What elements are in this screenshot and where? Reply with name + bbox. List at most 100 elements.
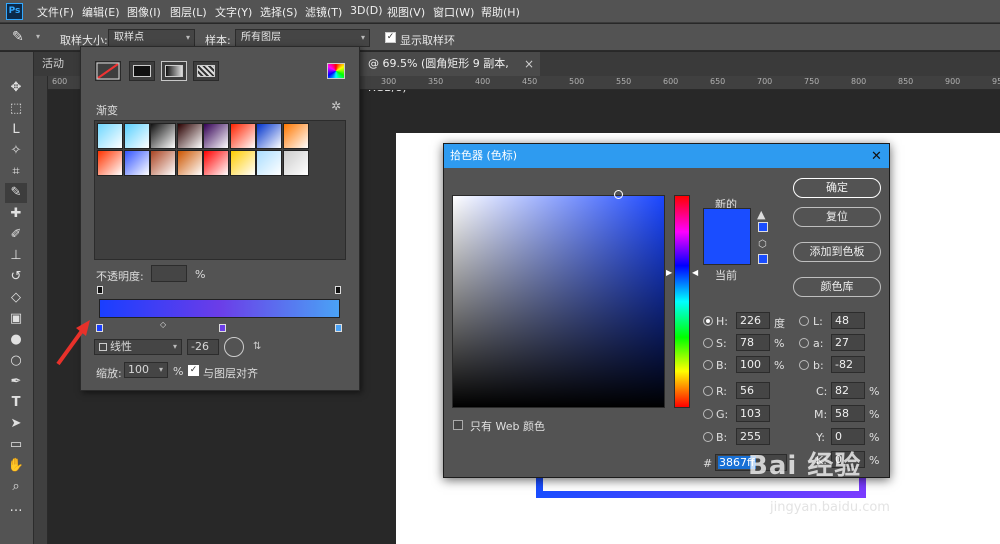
gradient-preset-swatch[interactable] <box>229 123 256 149</box>
close-icon[interactable]: ✕ <box>871 149 882 164</box>
menu-edit[interactable]: 编辑(E) <box>82 4 120 20</box>
shape-tool-icon[interactable]: ▭ <box>5 435 27 455</box>
r-radio[interactable] <box>703 386 713 396</box>
gradient-preset-swatch[interactable] <box>203 123 229 149</box>
gradient-preset-swatch[interactable] <box>256 150 282 176</box>
l-field[interactable]: 48 <box>831 312 865 329</box>
s-radio[interactable] <box>703 338 713 348</box>
align-layer-checkbox[interactable]: ✓ <box>188 365 199 376</box>
blue-radio[interactable] <box>703 432 713 442</box>
pattern-fill-icon[interactable] <box>193 61 219 81</box>
sample-size-select[interactable]: 取样点 ▾ <box>108 29 195 47</box>
color-libraries-button[interactable]: 颜色库 <box>793 277 881 297</box>
brush-tool-icon[interactable]: ✐ <box>5 225 27 245</box>
current-color-swatch[interactable] <box>703 237 751 265</box>
zoom-tool-icon[interactable]: ⌕ <box>5 477 27 497</box>
cube-icon[interactable]: ⬡ <box>758 239 767 250</box>
hand-tool-icon[interactable]: ✋ <box>5 456 27 476</box>
opacity-stop-right[interactable] <box>335 286 341 294</box>
lab-b-radio[interactable] <box>799 360 809 370</box>
r-field[interactable]: 56 <box>736 382 770 399</box>
a-field[interactable]: 27 <box>831 334 865 351</box>
gradient-preset-swatch[interactable] <box>150 150 176 176</box>
show-ring-checkbox[interactable]: ✓ <box>385 32 396 43</box>
color-cursor[interactable] <box>614 190 623 199</box>
blue-field[interactable]: 255 <box>736 428 770 445</box>
menu-image[interactable]: 图像(I) <box>127 4 161 20</box>
midpoint-marker[interactable]: ◇ <box>160 320 166 329</box>
dodge-tool-icon[interactable]: ○ <box>5 351 27 371</box>
menu-view[interactable]: 视图(V) <box>387 4 425 20</box>
hue-slider-right-arrow-icon[interactable]: ◀ <box>692 268 698 277</box>
h-radio[interactable] <box>703 316 713 326</box>
stamp-tool-icon[interactable]: ⊥ <box>5 246 27 266</box>
b-radio[interactable] <box>703 360 713 370</box>
gear-icon[interactable]: ✲ <box>331 99 341 113</box>
reset-button[interactable]: 复位 <box>793 207 881 227</box>
menu-help[interactable]: 帮助(H) <box>481 4 520 20</box>
gradient-preset-swatch[interactable] <box>97 123 123 149</box>
menu-window[interactable]: 窗口(W) <box>433 4 474 20</box>
gradient-tool-icon[interactable]: ▣ <box>5 309 27 329</box>
color-stop-1[interactable] <box>96 324 103 332</box>
tab-document-2[interactable]: @ 69.5% (圆角矩形 9 副本, RGB/8) * <box>360 52 540 94</box>
gradient-preset-swatch[interactable] <box>256 123 282 149</box>
menu-file[interactable]: 文件(F) <box>37 4 74 20</box>
angle-field[interactable]: -26 <box>187 339 219 355</box>
angle-dial-icon[interactable] <box>224 337 244 357</box>
gradient-preview-bar[interactable] <box>99 299 340 318</box>
y-field[interactable]: 0 <box>831 428 865 445</box>
blur-tool-icon[interactable]: ● <box>5 330 27 350</box>
reverse-icon[interactable]: ⇅ <box>253 341 261 352</box>
gradient-preset-swatch[interactable] <box>123 150 150 176</box>
g-radio[interactable] <box>703 409 713 419</box>
history-brush-icon[interactable]: ↺ <box>5 267 27 287</box>
type-tool-icon[interactable]: T <box>5 393 27 413</box>
no-fill-icon[interactable] <box>95 61 121 81</box>
hue-slider-left-arrow-icon[interactable]: ▶ <box>666 268 672 277</box>
menu-type[interactable]: 文字(Y) <box>215 4 252 20</box>
more-tools-icon[interactable]: … <box>5 498 27 518</box>
gradient-preset-swatch[interactable] <box>229 150 256 176</box>
gamut-swatch[interactable] <box>758 222 768 232</box>
b-field[interactable]: 100 <box>736 356 770 373</box>
lab-b-field[interactable]: -82 <box>831 356 865 373</box>
color-stop-3[interactable] <box>335 324 342 332</box>
add-to-swatches-button[interactable]: 添加到色板 <box>793 242 881 262</box>
ok-button[interactable]: 确定 <box>793 178 881 198</box>
sample-select[interactable]: 所有图层 ▾ <box>235 29 370 47</box>
hue-slider[interactable] <box>674 195 690 408</box>
gradient-preset-swatch[interactable] <box>282 123 309 149</box>
c-field[interactable]: 82 <box>831 382 865 399</box>
menu-layer[interactable]: 图层(L) <box>170 4 207 20</box>
crop-tool-icon[interactable]: ⌗ <box>5 162 27 182</box>
gradient-preset-swatch[interactable] <box>203 150 229 176</box>
opacity-field[interactable] <box>151 265 187 282</box>
g-field[interactable]: 103 <box>736 405 770 422</box>
chevron-down-icon[interactable]: ▾ <box>36 32 40 41</box>
pen-tool-icon[interactable]: ✒ <box>5 372 27 392</box>
marquee-tool-icon[interactable]: ⬚ <box>5 99 27 119</box>
eyedropper-icon[interactable]: ✎ <box>12 29 24 45</box>
a-radio[interactable] <box>799 338 809 348</box>
lasso-tool-icon[interactable]: ᒪ <box>5 120 27 140</box>
color-picker-icon[interactable] <box>327 63 345 79</box>
saturation-brightness-field[interactable] <box>452 195 665 408</box>
magic-wand-icon[interactable]: ✧ <box>5 141 27 161</box>
gradient-preset-swatch[interactable] <box>176 150 203 176</box>
gradient-preset-swatch[interactable] <box>150 123 176 149</box>
scale-field[interactable]: 100 ▾ <box>124 362 168 378</box>
menu-filter[interactable]: 滤镜(T) <box>305 4 342 20</box>
menu-select[interactable]: 选择(S) <box>260 4 298 20</box>
eyedropper-tool-icon[interactable]: ✎ <box>5 183 27 203</box>
web-only-checkbox[interactable] <box>453 420 463 430</box>
opacity-stop-left[interactable] <box>97 286 103 294</box>
solid-fill-icon[interactable] <box>129 61 155 81</box>
l-radio[interactable] <box>799 316 809 326</box>
m-field[interactable]: 58 <box>831 405 865 422</box>
web-safe-swatch[interactable] <box>758 254 768 264</box>
healing-brush-icon[interactable]: ✚ <box>5 204 27 224</box>
color-stop-2[interactable] <box>219 324 226 332</box>
eraser-tool-icon[interactable]: ◇ <box>5 288 27 308</box>
gradient-preset-swatch[interactable] <box>282 150 309 176</box>
